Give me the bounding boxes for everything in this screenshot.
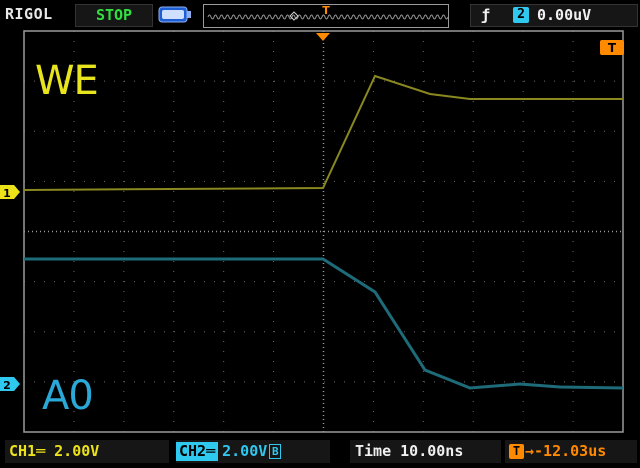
trigger-source-badge: 2 <box>513 7 529 23</box>
trigger-icon: T <box>509 444 524 459</box>
ch2-scale-value: 2.00V <box>222 442 268 460</box>
trigger-level-marker-label: T <box>608 41 617 55</box>
trigger-position-marker-icon[interactable] <box>316 33 330 41</box>
ch1-scale[interactable]: CH1═ 2.00V <box>5 440 169 463</box>
status-bar: RIGOL STOP T ƒ 2 0.00uV <box>0 0 640 30</box>
trigger-settings[interactable]: ƒ 2 0.00uV <box>470 4 638 27</box>
brand-logo: RIGOL <box>5 5 53 23</box>
ch2-tag: CH2═ <box>176 442 219 461</box>
battery-icon <box>158 6 191 23</box>
ch1-trace-label: WE <box>35 58 99 104</box>
trigger-offset[interactable]: T →-12.03us <box>505 440 637 463</box>
ch2-trace-label: A0 <box>42 373 94 419</box>
run-stop-indicator[interactable]: STOP <box>75 4 153 27</box>
graticule <box>23 30 624 433</box>
timeline-trigger-label: T <box>322 4 330 17</box>
trigger-level-value: 0.00uV <box>537 6 592 24</box>
timebase[interactable]: Time 10.00ns <box>350 440 501 463</box>
ch2-scale[interactable]: CH2═ 2.00V B <box>176 440 330 463</box>
trigger-offset-value: →-12.03us <box>525 442 607 460</box>
ch2-ground-label: 2 <box>3 379 11 392</box>
channel-status-bar: CH1═ 2.00V CH2═ 2.00V B Time 10.00ns T →-12… <box>0 436 640 468</box>
bandwidth-limit-badge: B <box>269 444 282 459</box>
trigger-rising-edge-icon: ƒ <box>481 6 491 24</box>
ch1-ground-label: 1 <box>3 187 11 200</box>
memory-timeline[interactable]: T <box>203 4 449 28</box>
ch1-trace <box>23 74 623 191</box>
